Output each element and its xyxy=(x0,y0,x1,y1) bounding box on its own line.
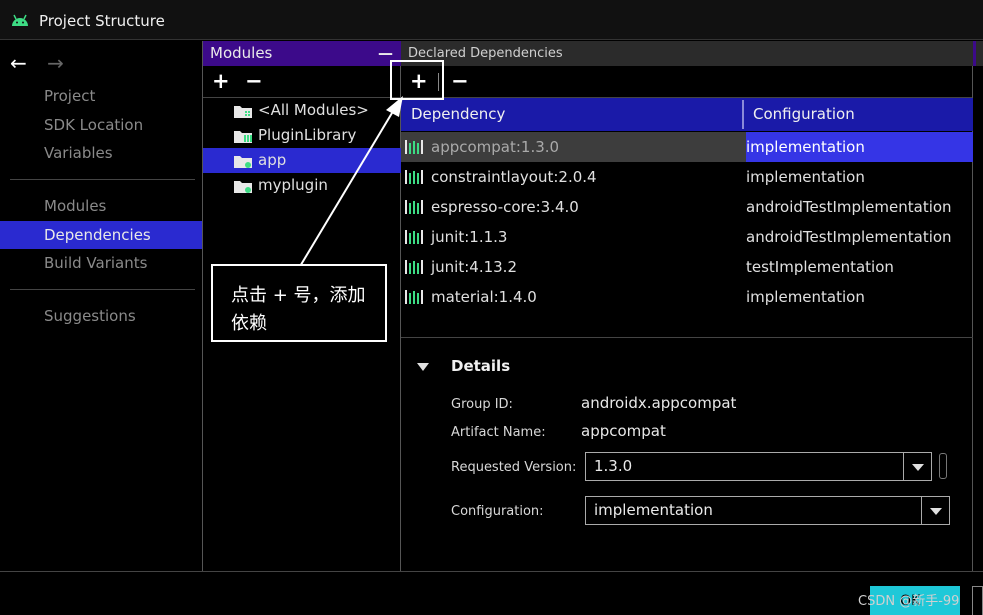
dependency-name: espresso-core:3.4.0 xyxy=(431,198,579,216)
table-row[interactable]: appcompat:1.3.0 implementation xyxy=(401,132,973,162)
dependency-name: junit:1.1.3 xyxy=(431,228,508,246)
group-id-value: androidx.appcompat xyxy=(581,394,737,412)
annotation-callout: 点击 + 号，添加依赖 xyxy=(211,264,387,342)
dependency-name: appcompat:1.3.0 xyxy=(431,138,560,156)
column-header-dependency[interactable]: Dependency xyxy=(411,98,505,131)
settings-nav-panel: ← → Project SDK Location Variables Modul… xyxy=(0,41,203,571)
chevron-down-icon[interactable] xyxy=(903,453,931,480)
library-icon xyxy=(405,200,423,214)
annotation-text: 点击 + 号，添加依赖 xyxy=(231,285,366,334)
nav-item-dependencies[interactable]: Dependencies xyxy=(0,221,202,249)
module-item-app[interactable]: app xyxy=(203,148,401,173)
title-bar: Project Structure xyxy=(0,0,983,40)
dependency-name: constraintlayout:2.0.4 xyxy=(431,168,597,186)
library-icon xyxy=(405,140,423,154)
remove-module-button[interactable]: − xyxy=(245,69,263,93)
module-label: PluginLibrary xyxy=(258,126,357,144)
nav-divider xyxy=(10,179,195,180)
modules-header: Modules — xyxy=(203,41,401,66)
nav-item-variables[interactable]: Variables xyxy=(0,139,202,167)
dependency-configuration: testImplementation xyxy=(746,258,894,276)
configuration-value[interactable]: implementation xyxy=(594,501,713,519)
requested-version-combo[interactable]: 1.3.0 xyxy=(585,452,932,481)
details-divider xyxy=(401,337,973,338)
details-title: Details xyxy=(451,357,511,375)
configuration-label: Configuration: xyxy=(451,504,544,519)
dependency-configuration: implementation xyxy=(746,132,973,162)
modules-toolbar: + − xyxy=(203,66,400,98)
artifact-name-value: appcompat xyxy=(581,422,666,440)
module-item-pluginlibrary[interactable]: PluginLibrary xyxy=(203,123,401,148)
library-icon xyxy=(405,260,423,274)
artifact-name-label: Artifact Name: xyxy=(451,425,546,440)
dependencies-header: Declared Dependencies xyxy=(401,41,973,66)
nav-item-build-variants[interactable]: Build Variants xyxy=(0,249,202,277)
group-id-label: Group ID: xyxy=(451,397,513,412)
dependency-name: material:1.4.0 xyxy=(431,288,537,306)
configuration-combo[interactable]: implementation xyxy=(585,496,950,525)
requested-version-label: Requested Version: xyxy=(451,460,577,475)
module-label: app xyxy=(258,151,287,169)
chevron-down-icon[interactable] xyxy=(921,497,949,524)
column-resize-handle[interactable] xyxy=(742,100,744,129)
history-arrows: ← → xyxy=(10,51,64,75)
library-icon xyxy=(405,170,423,184)
table-row[interactable]: espresso-core:3.4.0 androidTestImplementa… xyxy=(401,192,973,222)
module-item-myplugin[interactable]: myplugin xyxy=(203,173,401,198)
back-arrow-icon[interactable]: ← xyxy=(10,51,27,75)
version-option-toggle[interactable] xyxy=(939,453,947,479)
nav-divider xyxy=(10,289,195,290)
app-module-icon xyxy=(234,156,252,168)
highlight-box xyxy=(390,60,444,100)
dependency-configuration: androidTestImplementation xyxy=(746,228,952,246)
window-title: Project Structure xyxy=(39,12,165,30)
dependency-configuration: androidTestImplementation xyxy=(746,198,952,216)
library-icon xyxy=(405,230,423,244)
dependencies-table-header: Dependency Configuration xyxy=(401,98,973,131)
dialog-footer: OK CSDN @新手-99 xyxy=(0,571,983,615)
app-module-icon xyxy=(234,181,252,193)
module-item-all-modules[interactable]: <All Modules> xyxy=(203,98,401,123)
table-row[interactable]: constraintlayout:2.0.4 implementation xyxy=(401,162,973,192)
requested-version-value[interactable]: 1.3.0 xyxy=(594,457,632,475)
module-label: <All Modules> xyxy=(258,101,369,119)
dependency-name: junit:4.13.2 xyxy=(431,258,517,276)
dependency-configuration: implementation xyxy=(746,288,865,306)
column-header-configuration[interactable]: Configuration xyxy=(753,98,855,131)
dependencies-toolbar: + − xyxy=(401,66,972,98)
right-panel-edge xyxy=(973,41,983,571)
table-row[interactable]: material:1.4.0 implementation xyxy=(401,282,973,312)
right-panel-header xyxy=(973,41,983,66)
add-module-button[interactable]: + xyxy=(212,69,230,93)
android-icon xyxy=(12,14,28,26)
watermark: CSDN @新手-99 xyxy=(858,594,960,609)
nav-item-project[interactable]: Project xyxy=(0,82,202,110)
forward-arrow-icon[interactable]: → xyxy=(47,51,64,75)
table-row[interactable]: junit:4.13.2 testImplementation xyxy=(401,252,973,282)
collapse-details-icon[interactable] xyxy=(417,363,429,371)
nav-item-suggestions[interactable]: Suggestions xyxy=(0,302,202,330)
library-module-icon xyxy=(234,131,252,143)
all-modules-icon xyxy=(234,106,252,118)
library-icon xyxy=(405,290,423,304)
cancel-button[interactable] xyxy=(972,586,983,615)
table-row[interactable]: junit:1.1.3 androidTestImplementation xyxy=(401,222,973,252)
declared-dependencies-panel: Declared Dependencies + − Dependency Con… xyxy=(401,41,973,571)
nav-item-sdk-location[interactable]: SDK Location xyxy=(0,111,202,139)
module-label: myplugin xyxy=(258,176,328,194)
nav-item-modules[interactable]: Modules xyxy=(0,192,202,220)
remove-dependency-button[interactable]: − xyxy=(451,69,469,93)
modules-header-title: Modules xyxy=(210,44,273,62)
dependency-configuration: implementation xyxy=(746,168,865,186)
